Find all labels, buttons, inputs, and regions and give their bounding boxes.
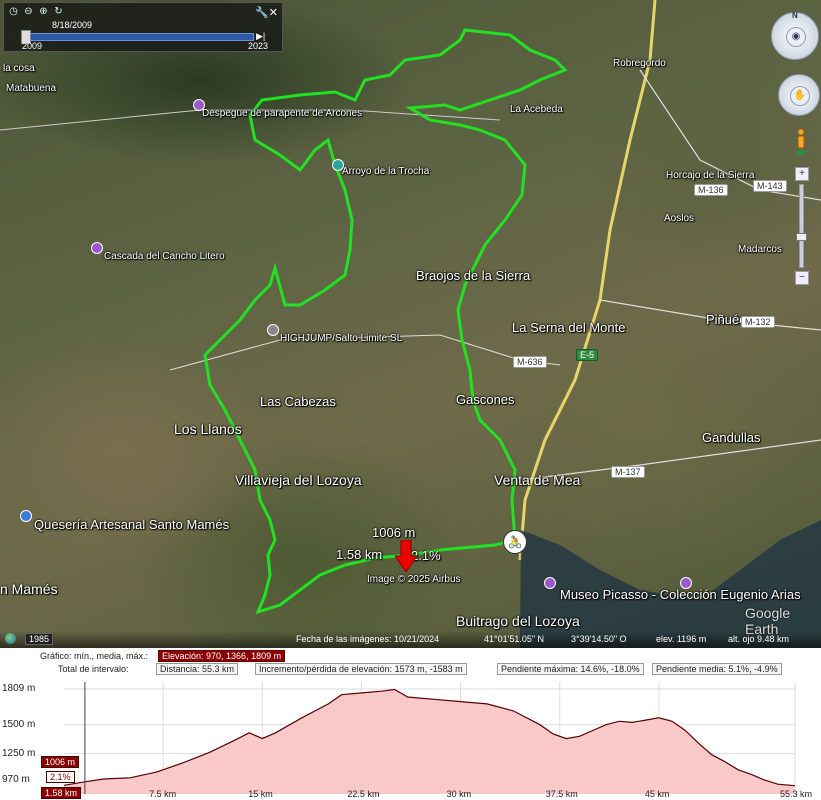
river-poi-icon[interactable] xyxy=(332,159,344,171)
x-tick-label: 30 km xyxy=(446,789,472,799)
map-view[interactable]: ◷ ⊖ ⊕ ↻ 🔧✕ 8/18/2009 ▶| 2009 2023 ◉ N ✋ … xyxy=(0,0,821,648)
imagery-credit: Image © 2025 Airbus xyxy=(367,574,461,585)
elevation-area xyxy=(64,689,795,794)
place-label-gandullas[interactable]: Gandullas xyxy=(702,430,761,445)
place-label-cosa[interactable]: la cosa xyxy=(3,63,35,74)
place-label-horcajo[interactable]: Horcajo de la Sierra xyxy=(666,170,754,181)
status-bar: Fecha de las imágenes: 10/21/2024 41°01'… xyxy=(0,631,821,648)
place-label-aoslos[interactable]: Aoslos xyxy=(664,213,694,224)
place-label-matabuena[interactable]: Matabuena xyxy=(6,83,56,94)
eye-icon[interactable]: ◉ xyxy=(786,27,806,47)
profile-stats: Gráfico: mín., media, máx.: Elevación: 9… xyxy=(0,648,821,676)
elevation-profile-panel[interactable]: Gráfico: mín., media, máx.: Elevación: 9… xyxy=(0,648,821,800)
zoom-minus-button[interactable]: − xyxy=(795,271,809,285)
place-label-villavieja[interactable]: Villavieja del Lozoya xyxy=(235,472,362,488)
place-label-parapente[interactable]: Despegue de parapente de Arcones xyxy=(202,108,362,119)
timebar-start-year: 2009 xyxy=(22,41,43,51)
place-label-highjump[interactable]: HIGHJUMP/Salto Limite SL xyxy=(280,333,402,344)
cursor-distance: 1.58 km xyxy=(41,787,82,799)
refresh-icon[interactable]: ↻ xyxy=(53,6,64,17)
place-label-venta[interactable]: Venta de Mea xyxy=(494,472,580,488)
road-shield-m137: M-137 xyxy=(611,466,645,478)
bicycle-start-icon[interactable]: 🚴 xyxy=(503,530,527,554)
place-label-la-acebeda[interactable]: La Acebeda xyxy=(510,104,563,115)
place-label-cabezas[interactable]: Las Cabezas xyxy=(260,394,336,409)
place-label-madarcos[interactable]: Madarcos xyxy=(738,244,782,255)
road-shield-m136: M-136 xyxy=(694,184,728,196)
graph-label: Gráfico: mín., media, máx.: xyxy=(40,651,149,661)
museum-poi-icon[interactable] xyxy=(544,577,556,589)
zoom-slider[interactable]: + − xyxy=(795,167,809,285)
x-tick-label: 37.5 km xyxy=(545,789,578,799)
waterfall-poi-icon[interactable] xyxy=(91,242,103,254)
zoom-in-icon[interactable]: ⊕ xyxy=(38,6,49,17)
elevation-chart[interactable] xyxy=(0,674,821,800)
road-shield-m636: M-636 xyxy=(513,356,547,368)
place-label-braojos[interactable]: Braojos de la Sierra xyxy=(416,268,530,283)
historical-imagery-timebar[interactable]: ◷ ⊖ ⊕ ↻ 🔧✕ 8/18/2009 ▶| 2009 2023 xyxy=(3,2,283,52)
place-label-museo[interactable]: Museo Picasso - Colección Eugenio Arias xyxy=(560,587,801,602)
street-view-pegman-icon[interactable] xyxy=(796,128,806,156)
road-shield-e5: E-5 xyxy=(576,349,599,361)
y-tick-label: 1500 m xyxy=(2,718,36,730)
place-label-buitrago[interactable]: Buitrago del Lozoya xyxy=(456,613,580,629)
business-poi-icon[interactable] xyxy=(267,324,279,336)
zoom-out-icon[interactable]: ⊖ xyxy=(23,6,34,17)
paragliding-poi-icon[interactable] xyxy=(193,99,205,111)
place-label-robregordo[interactable]: Robregordo xyxy=(613,58,666,69)
timebar-end-year: 2023 xyxy=(248,41,269,51)
imagery-date: Fecha de las imágenes: 10/21/2024 xyxy=(296,634,440,644)
interval-label: Total de intervalo: xyxy=(58,664,129,674)
zoom-knob[interactable] xyxy=(795,233,807,241)
x-tick-label: 7.5 km xyxy=(149,789,177,799)
place-label-mames[interactable]: n Mamés xyxy=(0,581,58,597)
cursor-elevation: 1006 m xyxy=(41,756,80,768)
historical-year-badge: 1985 xyxy=(25,633,54,645)
road-shield-m143: M-143 xyxy=(753,180,787,192)
clock-icon[interactable]: ◷ xyxy=(8,6,19,17)
place-label-queseria[interactable]: Quesería Artesanal Santo Mamés xyxy=(34,517,229,532)
zoom-plus-button[interactable]: + xyxy=(795,167,809,181)
x-tick-label: 15 km xyxy=(248,789,273,799)
zoom-track[interactable] xyxy=(795,184,807,268)
wrench-icon[interactable]: 🔧✕ xyxy=(255,6,278,19)
cursor-slope: 2.1% xyxy=(46,771,75,783)
north-label[interactable]: N xyxy=(792,11,798,20)
y-tick-label: 970 m xyxy=(2,773,30,785)
y-tick-label: 1250 m xyxy=(2,747,36,759)
longitude: 3°39'14.50" O xyxy=(571,634,627,644)
y-tick-label: 1809 m xyxy=(2,683,36,695)
marker-elevation: 1006 m xyxy=(372,525,416,540)
place-label-cancho[interactable]: Cascada del Cancho Litero xyxy=(104,251,225,262)
road-shield-m132: M-132 xyxy=(741,316,775,328)
place-label-gascones[interactable]: Gascones xyxy=(456,392,515,407)
look-around-control[interactable]: ◉ N xyxy=(771,11,819,60)
elevation: elev. 1196 m xyxy=(656,634,707,644)
marker-distance: 1.58 km xyxy=(336,547,383,562)
museum-poi-icon-2[interactable] xyxy=(680,577,692,589)
x-tick-label: 22.5 km xyxy=(347,789,380,799)
hand-icon[interactable]: ✋ xyxy=(790,86,810,106)
timebar-slider[interactable] xyxy=(24,33,254,41)
timebar-current-date: 8/18/2009 xyxy=(52,20,93,30)
position-arrow-icon xyxy=(395,540,417,572)
eye-altitude: alt. ojo 9.48 km xyxy=(728,634,790,644)
place-label-llanos[interactable]: Los Llanos xyxy=(174,421,242,437)
place-label-serna[interactable]: La Serna del Monte xyxy=(512,320,625,335)
latitude: 41°01'51.05" N xyxy=(484,634,545,644)
move-control[interactable]: ✋ xyxy=(778,74,820,116)
elevation-stats[interactable]: Elevación: 970, 1366, 1809 m xyxy=(158,650,286,662)
globe-icon[interactable] xyxy=(5,633,16,644)
x-tick-label: 45 km xyxy=(644,789,670,799)
shop-poi-icon[interactable] xyxy=(20,510,32,522)
timebar-icons: ◷ ⊖ ⊕ ↻ xyxy=(8,6,64,17)
place-label-arroyo[interactable]: Arroyo de la Trocha xyxy=(342,166,429,177)
x-tick-label: 55.3 km xyxy=(780,789,813,799)
